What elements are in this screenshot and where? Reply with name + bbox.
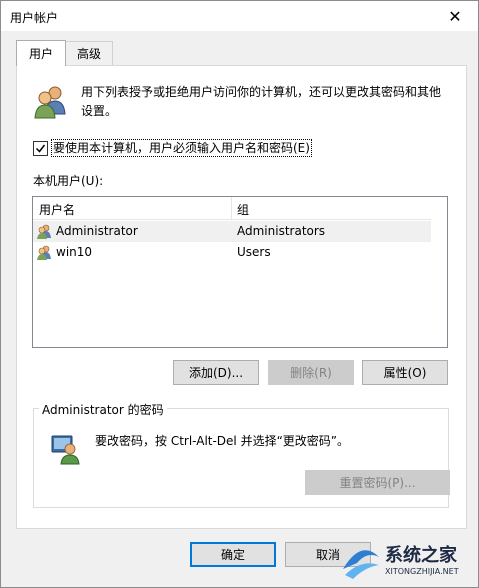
- must-login-checkbox-row[interactable]: 要使用本计算机，用户必须输入用户名和密码(E): [33, 139, 312, 157]
- local-users-label: 本机用户(U):: [33, 174, 104, 188]
- user-accounts-window: 用户帐户 ✕ 用户 高级 用下列表授予或拒绝用户访问你的计算机，还可以更改其密码…: [0, 0, 479, 588]
- watermark-text: 系统之家: [385, 545, 457, 566]
- title-bar: 用户帐户 ✕: [1, 1, 478, 31]
- check-icon: [35, 144, 46, 153]
- user-group-cell: Administrators: [237, 224, 326, 238]
- tab-users-label: 用户: [28, 47, 53, 61]
- users-icon: [33, 84, 69, 123]
- must-login-checkbox-label[interactable]: 要使用本计算机，用户必须输入用户名和密码(E): [51, 139, 312, 157]
- users-list[interactable]: 用户名 组 Administrator Administrators win10…: [32, 196, 448, 348]
- tab-advanced[interactable]: 高级: [65, 41, 113, 65]
- password-groupbox: Administrator 的密码 要改密码，按 Ctrl-Alt-Del 并选…: [33, 401, 450, 508]
- password-group-title: Administrator 的密码: [39, 401, 167, 418]
- watermark-subtext: XITONGZHIJIA.NET: [385, 567, 459, 576]
- user-icon: [37, 223, 53, 242]
- password-icon: [50, 433, 82, 468]
- watermark-icon: [343, 550, 379, 579]
- user-name-cell: Administrator: [56, 224, 138, 238]
- list-item-win10[interactable]: win10 Users: [33, 242, 431, 263]
- user-group-cell: Users: [237, 245, 271, 259]
- column-group[interactable]: 组: [237, 201, 249, 218]
- properties-button[interactable]: 属性(O): [362, 360, 448, 385]
- password-instruction: 要改密码，按 Ctrl-Alt-Del 并选择“更改密码”。: [95, 434, 350, 448]
- users-tab-panel: 用下列表授予或拒绝用户访问你的计算机，还可以更改其密码和其他设置。 要使用本计算…: [16, 65, 467, 529]
- user-icon: [37, 244, 53, 263]
- watermark-logo: 系统之家 XITONGZHIJIA.NET: [339, 535, 479, 587]
- user-name-cell: win10: [56, 245, 93, 259]
- window-title: 用户帐户: [10, 11, 59, 25]
- must-login-checkbox[interactable]: [33, 140, 48, 156]
- list-item-administrator[interactable]: Administrator Administrators: [33, 221, 431, 242]
- list-header: 用户名 组: [33, 197, 431, 220]
- ok-button[interactable]: 确定: [190, 542, 276, 567]
- close-icon: ✕: [448, 6, 462, 26]
- remove-user-button[interactable]: 删除(R): [268, 360, 354, 385]
- close-button[interactable]: ✕: [432, 1, 478, 31]
- tab-users[interactable]: 用户: [16, 40, 66, 66]
- tab-advanced-label: 高级: [76, 47, 101, 61]
- column-username[interactable]: 用户名: [39, 201, 75, 218]
- panel-description: 用下列表授予或拒绝用户访问你的计算机，还可以更改其密码和其他设置。: [81, 85, 442, 118]
- column-separator[interactable]: [231, 197, 232, 219]
- add-user-button[interactable]: 添加(D)...: [173, 360, 259, 385]
- reset-password-button[interactable]: 重置密码(P)...: [305, 470, 450, 495]
